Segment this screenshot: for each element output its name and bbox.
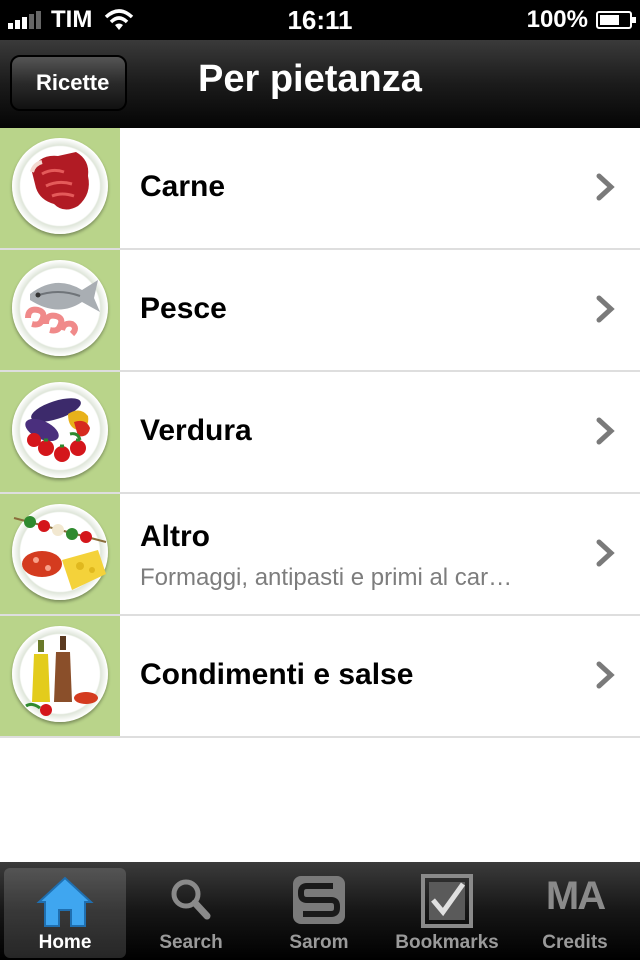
row-title: Carne [140,170,226,203]
tab-search[interactable]: Search [130,868,252,958]
row-title: Verdura [140,414,252,447]
sarom-logo-icon [293,876,345,924]
navigation-bar: Ricette Per pietanza [0,40,640,130]
thumbnail [0,494,120,614]
tab-credits[interactable]: MA Credits [514,868,636,958]
list-item-altro[interactable]: Altro Formaggi, antipasti e primi al car… [0,494,640,616]
home-icon [36,876,94,927]
ma-logo-icon: MA [545,874,606,918]
cheese-skewer-plate-icon [12,504,108,600]
chevron-right-icon [596,173,615,201]
thumbnail [0,616,120,736]
list-item-verdura[interactable]: Verdura [0,372,640,494]
tab-bar: Home Search Sarom Bookmarks MA Credits [0,862,640,960]
chevron-right-icon [596,295,615,323]
chevron-right-icon [596,539,615,567]
status-right: 100% [526,6,636,34]
meat-plate-icon [12,138,108,234]
tab-label: Sarom [289,932,349,953]
back-button[interactable]: Ricette [10,55,128,111]
tab-home[interactable]: Home [4,868,126,958]
tab-bookmarks[interactable]: Bookmarks [386,868,508,958]
category-list: Carne Pesce Verdura Altro Formaggi, anti… [0,128,640,738]
tab-label: Home [38,932,92,953]
status-bar: TIM 16:11 100% [0,0,640,40]
search-icon [171,879,211,920]
chevron-right-icon [596,661,615,689]
page-title: Per pietanza [198,58,422,100]
list-item-condimenti[interactable]: Condimenti e salse [0,616,640,738]
row-title: Pesce [140,292,227,325]
tab-sarom[interactable]: Sarom [258,868,380,958]
fish-plate-icon [12,260,108,356]
row-subtitle: Formaggi, antipasti e primi al car… [140,564,513,591]
vegetables-plate-icon [12,382,108,478]
row-title: Condimenti e salse [140,658,414,691]
thumbnail [0,372,120,492]
tab-label: Bookmarks [395,932,499,953]
chevron-right-icon [596,417,615,445]
bookmarks-icon [421,874,473,928]
thumbnail [0,128,120,248]
battery-percentage: 100% [526,6,588,33]
tab-label: Search [159,932,223,953]
battery-icon [596,11,636,29]
list-item-carne[interactable]: Carne [0,128,640,250]
list-item-pesce[interactable]: Pesce [0,250,640,372]
thumbnail [0,250,120,370]
tab-label: Credits [542,932,608,953]
row-title: Altro [140,520,210,553]
oil-vinegar-plate-icon [12,626,108,722]
